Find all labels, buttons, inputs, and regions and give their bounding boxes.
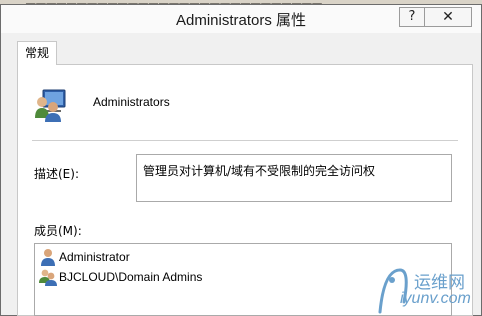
member-name: BJCLOUD\Domain Admins	[59, 270, 203, 284]
close-icon: ✕	[442, 9, 454, 25]
group-name: Administrators	[93, 95, 170, 109]
description-field[interactable]: 管理员对计算机/域有不受限制的完全访问权	[136, 154, 452, 202]
title-bar[interactable]: Administrators 属性 ? ✕	[1, 5, 481, 33]
member-name: Administrator	[59, 250, 130, 264]
group-users-icon	[35, 89, 66, 122]
user-icon	[41, 249, 55, 266]
group-icon	[39, 269, 57, 286]
close-button[interactable]: ✕	[424, 7, 472, 27]
watermark-text-en: iyunv.com	[400, 290, 471, 307]
members-label: 成员(M):	[34, 224, 82, 238]
description-label: 描述(E):	[34, 167, 79, 181]
help-button[interactable]: ?	[399, 7, 425, 27]
tab-general[interactable]: 常规	[17, 41, 57, 65]
separator	[32, 140, 458, 141]
help-icon: ?	[408, 9, 416, 24]
